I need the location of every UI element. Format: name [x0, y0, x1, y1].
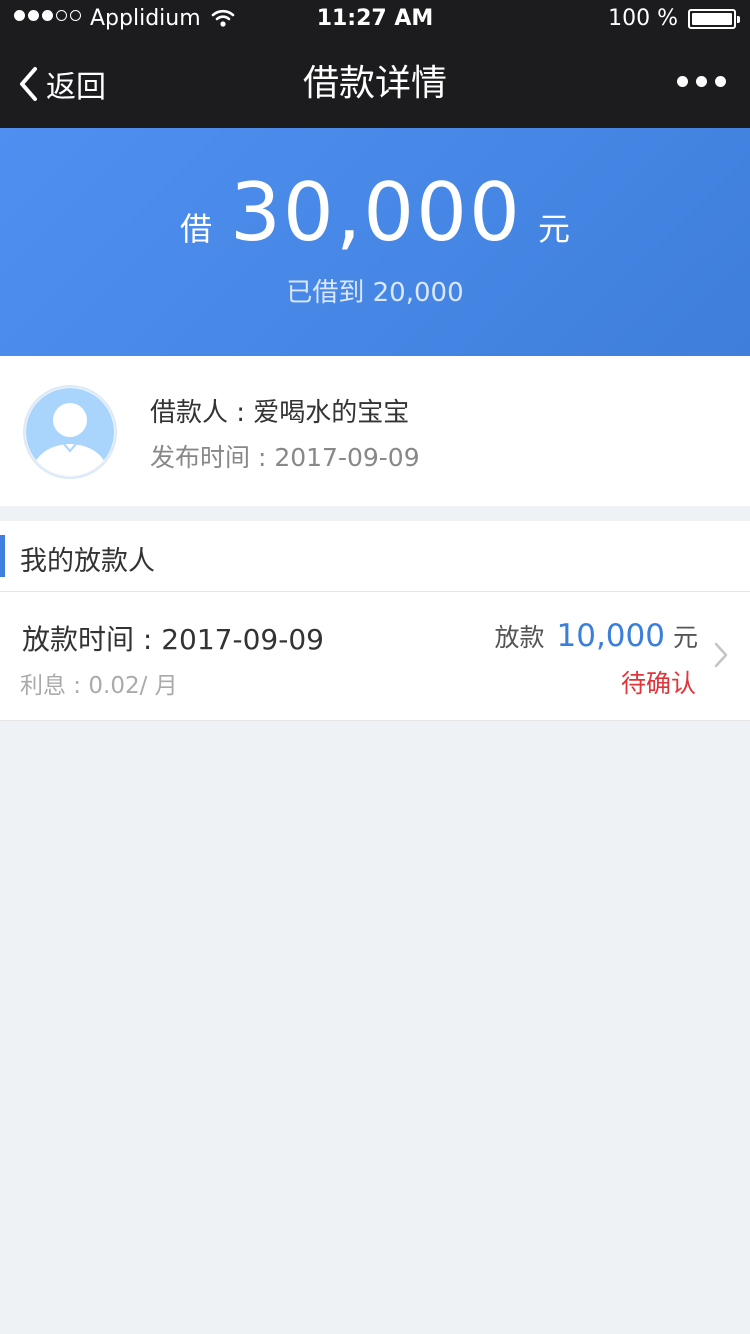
- section-title: 我的放款人: [20, 546, 155, 577]
- navigation-bar: 返回 借款详情: [0, 40, 750, 128]
- status-bar: Applidium 11:27 AM 100 %: [0, 0, 750, 40]
- lend-interest: 利息 : 0.02/ 月: [20, 673, 178, 699]
- borrower-name: 借款人 : 爱喝水的宝宝: [150, 398, 410, 428]
- loan-amount: 30,000: [230, 166, 522, 259]
- lend-amount-row: 放款 10,000 元: [494, 618, 698, 654]
- lender-list-item[interactable]: 放款时间 : 2017-09-09 利息 : 0.02/ 月 放款 10,000…: [0, 592, 750, 721]
- user-avatar-icon: [23, 385, 117, 479]
- battery-percent: 100 %: [608, 6, 678, 31]
- loan-summary: 借 30,000 元 已借到 20,000: [0, 128, 750, 356]
- borrower-card: 借款人 : 爱喝水的宝宝 发布时间 : 2017-09-09: [0, 356, 750, 506]
- loan-unit: 元: [537, 210, 570, 248]
- loan-prefix: 借: [180, 210, 213, 248]
- borrowed-progress-text: 已借到 20,000: [286, 278, 464, 308]
- section-accent-bar: [0, 535, 5, 577]
- more-dots-icon[interactable]: [677, 76, 726, 87]
- publish-date: 发布时间 : 2017-09-09: [150, 443, 420, 472]
- lend-amount-prefix: 放款: [494, 623, 545, 652]
- lend-amount: 10,000: [556, 618, 665, 654]
- chevron-right-icon: [714, 642, 728, 668]
- loan-amount-row: 借 30,000 元: [0, 168, 750, 258]
- lend-time: 放款时间 : 2017-09-09: [22, 623, 324, 656]
- page-title: 借款详情: [302, 63, 447, 104]
- lend-amount-unit: 元: [672, 623, 698, 652]
- battery-icon: [688, 9, 740, 29]
- lend-status-badge: 待确认: [620, 669, 696, 698]
- lenders-section-header: 我的放款人: [0, 521, 750, 592]
